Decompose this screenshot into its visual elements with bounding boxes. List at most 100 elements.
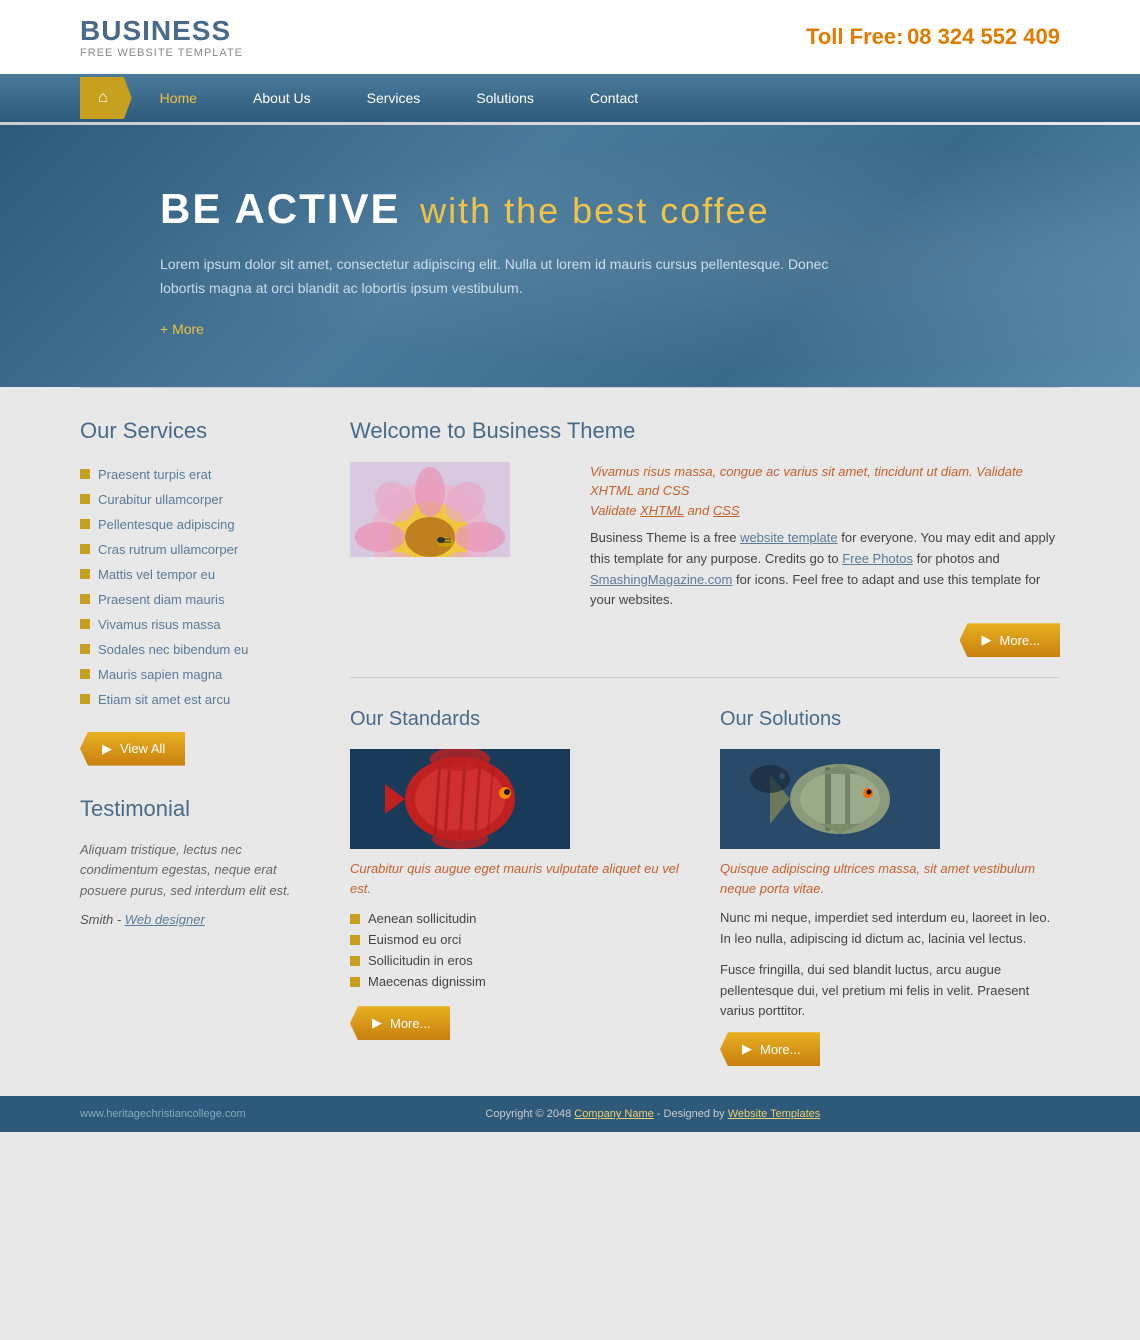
welcome-inner: Vivamus risus massa, congue ac varius si…: [350, 462, 1060, 658]
brand-title: BUSINESS: [80, 15, 243, 47]
standards-list: Aenean sollicitudin Euismod eu orci Soll…: [350, 908, 690, 992]
arrow-icon: ▶: [372, 1015, 382, 1031]
bullet-icon: [80, 644, 90, 654]
solutions-more-button[interactable]: ▶ More...: [720, 1032, 820, 1066]
standards-image: [350, 749, 570, 849]
brand-sub: FREE WEBSITE TEMPLATE: [80, 47, 243, 59]
welcome-desc: Business Theme is a free website templat…: [590, 528, 1060, 611]
arrow-icon: ▶: [982, 632, 992, 648]
list-item: Aenean sollicitudin: [350, 908, 690, 929]
hero-title-sub: with the best coffee: [420, 190, 770, 231]
photos-link[interactable]: Free Photos: [842, 551, 913, 566]
list-item[interactable]: Pellentesque adipiscing: [80, 512, 320, 537]
header: BUSINESS FREE WEBSITE TEMPLATE Toll Free…: [0, 0, 1140, 74]
home-icon: ⌂: [98, 89, 108, 107]
bullet-icon: [80, 569, 90, 579]
footer-url: www.heritagechristiancollege.com: [80, 1108, 246, 1120]
hero-banner: BE ACTIVE with the best coffee Lorem ips…: [0, 125, 1140, 387]
testimonial-title: Testimonial: [80, 796, 320, 822]
hero-body: Lorem ipsum dolor sit amet, consectetur …: [160, 253, 860, 301]
nav-about[interactable]: About Us: [225, 74, 339, 122]
navigation: ⌂ Home About Us Services Solutions Conta…: [0, 74, 1140, 122]
standards-section: Our Standards: [350, 708, 690, 1066]
standards-title: Our Standards: [350, 708, 690, 731]
solutions-section: Our Solutions: [720, 708, 1060, 1066]
standards-more-button[interactable]: ▶ More...: [350, 1006, 450, 1040]
css-link[interactable]: CSS: [713, 503, 740, 518]
hero-title-main: BE ACTIVE: [160, 185, 400, 232]
bullet-icon: [350, 935, 360, 945]
bullet-icon: [80, 594, 90, 604]
view-all-button[interactable]: ▶ View All: [80, 732, 185, 766]
arrow-icon: ▶: [742, 1041, 752, 1057]
bullet-icon: [80, 669, 90, 679]
bullet-icon: [350, 977, 360, 987]
welcome-section: Welcome to Business Theme: [350, 418, 1060, 679]
bullet-icon: [80, 494, 90, 504]
hero-heading: BE ACTIVE with the best coffee: [160, 185, 980, 233]
welcome-image: [350, 462, 570, 557]
bullet-icon: [80, 544, 90, 554]
footer: www.heritagechristiancollege.com Copyrig…: [0, 1096, 1140, 1132]
welcome-text-block: Vivamus risus massa, congue ac varius si…: [590, 462, 1060, 658]
solutions-para1: Nunc mi neque, imperdiet sed interdum eu…: [720, 908, 1060, 950]
right-column: Welcome to Business Theme: [350, 418, 1060, 1067]
smashing-link[interactable]: SmashingMagazine.com: [590, 572, 732, 587]
main-content: Our Services Praesent turpis erat Curabi…: [0, 388, 1140, 1097]
standards-caption: Curabitur quis augue eget mauris vulputa…: [350, 859, 690, 898]
welcome-highlight: Vivamus risus massa, congue ac varius si…: [590, 462, 1060, 521]
list-item[interactable]: Praesent turpis erat: [80, 462, 320, 487]
nav-services[interactable]: Services: [339, 74, 449, 122]
bullet-icon: [350, 914, 360, 924]
footer-templates-link[interactable]: Website Templates: [728, 1108, 821, 1120]
welcome-more-container: ▶ More...: [590, 623, 1060, 657]
bullet-icon: [350, 956, 360, 966]
brand-block: BUSINESS FREE WEBSITE TEMPLATE: [80, 15, 243, 59]
solutions-image: [720, 749, 940, 849]
list-item: Sollicitudin in eros: [350, 950, 690, 971]
nav-links: Home About Us Services Solutions Contact: [132, 74, 1060, 122]
bullet-icon: [80, 694, 90, 704]
testimonial-author: Smith - Web designer: [80, 912, 320, 927]
nav-contact[interactable]: Contact: [562, 74, 666, 122]
template-link[interactable]: website template: [740, 530, 838, 545]
list-item[interactable]: Praesent diam mauris: [80, 587, 320, 612]
bullet-icon: [80, 619, 90, 629]
list-item[interactable]: Mauris sapien magna: [80, 662, 320, 687]
fish-svg: [350, 749, 570, 849]
hero-more-link[interactable]: + More: [160, 321, 980, 337]
nav-solutions[interactable]: Solutions: [448, 74, 562, 122]
services-title: Our Services: [80, 418, 320, 444]
solutions-title: Our Solutions: [720, 708, 1060, 731]
list-item[interactable]: Etiam sit amet est arcu: [80, 687, 320, 712]
flower-svg: [350, 462, 510, 557]
list-item: Euismod eu orci: [350, 929, 690, 950]
list-item[interactable]: Curabitur ullamcorper: [80, 487, 320, 512]
footer-company-link[interactable]: Company Name: [574, 1108, 653, 1120]
bullet-icon: [80, 519, 90, 529]
list-item[interactable]: Sodales nec bibendum eu: [80, 637, 320, 662]
bullet-icon: [80, 469, 90, 479]
home-nav-button[interactable]: ⌂: [80, 77, 132, 119]
toll-free-block: Toll Free: 08 324 552 409: [806, 24, 1060, 50]
angel-fish-svg: [720, 749, 940, 849]
arrow-icon: ▶: [102, 741, 112, 757]
list-item[interactable]: Vivamus risus massa: [80, 612, 320, 637]
welcome-title: Welcome to Business Theme: [350, 418, 1060, 444]
nav-home[interactable]: Home: [132, 74, 225, 122]
solutions-caption: Quisque adipiscing ultrices massa, sit a…: [720, 859, 1060, 898]
services-list: Praesent turpis erat Curabitur ullamcorp…: [80, 462, 320, 712]
toll-free-label: Toll Free: 08 324 552 409: [806, 32, 1060, 47]
footer-copyright: Copyright © 2048 Company Name - Designed…: [246, 1108, 1060, 1120]
solutions-para2: Fusce fringilla, dui sed blandit luctus,…: [720, 960, 1060, 1022]
testimonial-block: Testimonial Aliquam tristique, lectus ne…: [80, 796, 320, 927]
list-item[interactable]: Cras rutrum ullamcorper: [80, 537, 320, 562]
standards-solutions-row: Our Standards: [350, 708, 1060, 1066]
welcome-more-button[interactable]: ▶ More...: [960, 623, 1060, 657]
xhtml-link[interactable]: XHTML: [640, 503, 684, 518]
list-item[interactable]: Mattis vel tempor eu: [80, 562, 320, 587]
list-item: Maecenas dignissim: [350, 971, 690, 992]
testimonial-role-link[interactable]: Web designer: [125, 912, 205, 927]
left-column: Our Services Praesent turpis erat Curabi…: [80, 418, 320, 1067]
testimonial-text: Aliquam tristique, lectus nec condimentu…: [80, 840, 320, 902]
